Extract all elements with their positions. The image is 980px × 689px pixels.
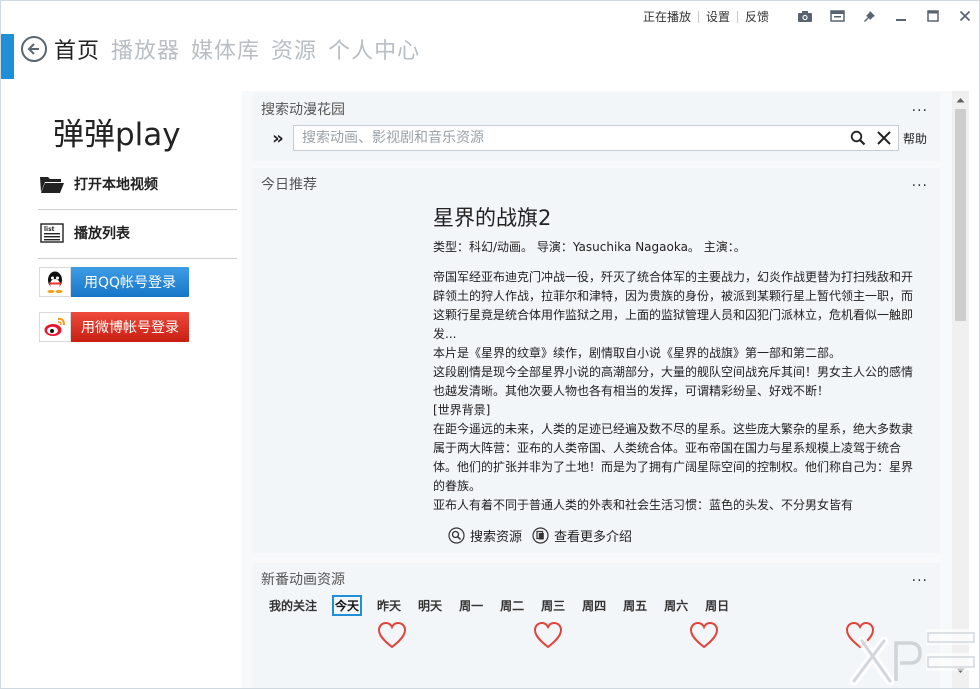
description-paragraph: [世界背景]: [433, 403, 491, 417]
playlist-button[interactable]: list 播放列表: [38, 214, 237, 252]
weibo-icon: [39, 312, 71, 342]
tab-today[interactable]: 今天: [332, 595, 363, 616]
sidebar: 弹弹play 打开本地视频 list 播放列表 用QQ帐号登录 用微博帐号登录: [1, 91, 241, 688]
settings-link[interactable]: 设置: [706, 8, 730, 25]
tab-sunday[interactable]: 周日: [703, 596, 731, 615]
search-circle-icon: [448, 527, 465, 544]
qq-login-label: 用QQ帐号登录: [83, 275, 177, 291]
site-watermark-logo: [849, 629, 978, 686]
show-description: 帝国军经亚布迪克门冲战一役，歼灭了统合体军的主要战力，幻炎作战更替为打扫残敌和开…: [433, 268, 918, 515]
search-resources-label: 搜索资源: [470, 530, 523, 545]
nav-user-center[interactable]: 个人中心: [328, 33, 420, 65]
playlist-label: 播放列表: [74, 226, 130, 242]
tab-tuesday[interactable]: 周二: [498, 596, 526, 615]
search-panel: 搜索动漫花园 ... » 帮助: [253, 93, 940, 161]
tab-monday[interactable]: 周一: [457, 596, 485, 615]
search-icon[interactable]: [846, 126, 870, 150]
maximize-icon[interactable]: [917, 1, 949, 31]
scroll-thumb[interactable]: [955, 109, 966, 321]
qq-penguin-icon: [39, 267, 71, 297]
top-links: 正在播放 设置 反馈: [643, 8, 769, 25]
tab-thursday[interactable]: 周四: [580, 596, 608, 615]
more-info-button[interactable]: 查看更多介绍: [532, 526, 632, 545]
tab-following[interactable]: 我的关注: [267, 596, 319, 615]
search-input[interactable]: [294, 130, 846, 146]
recommend-more-button[interactable]: ...: [912, 174, 928, 190]
search-panel-title: 搜索动漫花园: [261, 102, 345, 118]
window-controls: [789, 1, 979, 31]
document-circle-icon: [532, 527, 549, 544]
more-info-label: 查看更多介绍: [554, 530, 633, 545]
help-link[interactable]: 帮助: [903, 130, 927, 147]
recommend-panel: 今日推荐 ... 星界的战旗2 类型：科幻/动画。 导演：Yasuchika N…: [253, 168, 940, 553]
nav-home[interactable]: 首页: [54, 33, 100, 65]
clear-icon[interactable]: [872, 126, 896, 150]
divider: [38, 209, 237, 210]
new-anime-panel: 新番动画资源 ... 我的关注 今天 昨天 明天 周一 周二 周三 周四 周五 …: [253, 563, 940, 688]
new-anime-more-button[interactable]: ...: [912, 569, 928, 585]
tab-tomorrow[interactable]: 明天: [416, 596, 444, 615]
app-window: 正在播放 设置 反馈 首页 播放器 媒体库 资源 个人中心 弹弹play 打开本…: [0, 0, 980, 689]
heart-icon[interactable]: [533, 621, 563, 649]
search-resources-button[interactable]: 搜索资源: [448, 526, 522, 545]
minimize-icon[interactable]: [885, 1, 917, 31]
double-chevron-icon[interactable]: »: [263, 128, 293, 149]
tab-saturday[interactable]: 周六: [662, 596, 690, 615]
recommend-actions: 搜索资源 查看更多介绍: [448, 526, 642, 545]
tab-friday[interactable]: 周五: [621, 596, 649, 615]
search-row: » 帮助: [263, 125, 927, 151]
tab-wednesday[interactable]: 周三: [539, 596, 567, 615]
back-arrow-icon[interactable]: [21, 36, 47, 62]
nav-media-library[interactable]: 媒体库: [191, 33, 260, 65]
show-title: 星界的战旗2: [433, 206, 552, 230]
weibo-login-label: 用微博帐号登录: [81, 320, 179, 336]
close-icon[interactable]: [949, 1, 979, 31]
svg-text:list: list: [44, 226, 55, 233]
search-box: [293, 125, 899, 151]
title-bar: 正在播放 设置 反馈: [1, 1, 979, 31]
now-playing-link[interactable]: 正在播放: [643, 8, 691, 25]
day-tabs: 我的关注 今天 昨天 明天 周一 周二 周三 周四 周五 周六 周日: [267, 595, 744, 616]
open-local-video-label: 打开本地视频: [74, 177, 158, 193]
search-more-button[interactable]: ...: [912, 99, 928, 115]
pin-icon[interactable]: [853, 1, 885, 31]
nav-player[interactable]: 播放器: [111, 33, 180, 65]
window-icon[interactable]: [821, 1, 853, 31]
camera-icon[interactable]: [789, 1, 821, 31]
main-nav: 首页 播放器 媒体库 资源 个人中心: [21, 32, 431, 66]
folder-icon: [38, 172, 66, 196]
active-accent-bar: [1, 34, 14, 79]
app-logo: 弹弹play: [53, 117, 181, 153]
divider: [697, 10, 699, 23]
scroll-up-arrow-icon[interactable]: [952, 91, 969, 108]
divider: [736, 10, 738, 23]
show-meta: 类型：科幻/动画。 导演：Yasuchika Nagaoka。 主演：。: [433, 240, 746, 254]
open-local-video-button[interactable]: 打开本地视频: [38, 165, 237, 203]
main-content: 搜索动漫花园 ... » 帮助 今日推荐 ... 星界的战旗2: [242, 91, 952, 688]
weibo-login-button[interactable]: 用微博帐号登录: [39, 312, 189, 342]
recommend-panel-title: 今日推荐: [261, 177, 317, 193]
description-paragraph: 亚布人有着不同于普通人类的外表和社会生活习惯：蓝色的头发、不分男女皆有: [433, 498, 854, 512]
feedback-link[interactable]: 反馈: [745, 8, 769, 25]
description-paragraph: 这段剧情是现今全部星界小说的高潮部分，大量的舰队空间战充斥其间！男女主人公的感情…: [433, 365, 914, 398]
heart-icon[interactable]: [689, 621, 719, 649]
description-paragraph: 本片是《星界的纹章》续作，剧情取自小说《星界的战旗》第一部和第二部。: [433, 346, 842, 360]
list-icon: list: [38, 221, 66, 245]
nav-resources[interactable]: 资源: [271, 33, 317, 65]
tab-yesterday[interactable]: 昨天: [375, 596, 403, 615]
description-paragraph: 在距今遥远的未来，人类的足迹已经遍及数不尽的星系。这些庞大繁杂的星系，绝大多数隶…: [433, 422, 914, 493]
new-anime-panel-title: 新番动画资源: [261, 572, 345, 588]
vertical-scrollbar[interactable]: [952, 91, 969, 688]
qq-login-button[interactable]: 用QQ帐号登录: [39, 267, 189, 297]
description-paragraph: 帝国军经亚布迪克门冲战一役，歼灭了统合体军的主要战力，幻炎作战更替为打扫残敌和开…: [433, 270, 914, 341]
divider: [38, 258, 237, 259]
heart-icon[interactable]: [377, 621, 407, 649]
